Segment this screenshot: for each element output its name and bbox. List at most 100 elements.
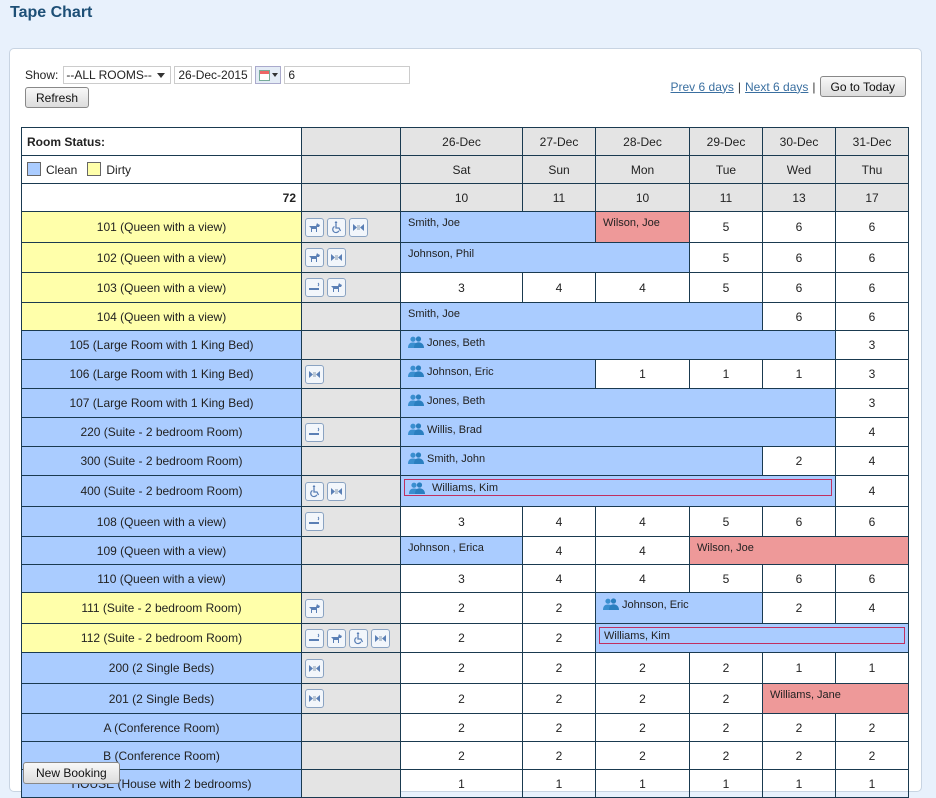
availability-cell[interactable]: 2 xyxy=(400,592,523,624)
availability-cell[interactable]: 5 xyxy=(689,506,763,537)
start-date-input[interactable]: 26-Dec-2015 xyxy=(174,66,253,84)
availability-cell[interactable]: 1 xyxy=(762,359,836,389)
availability-cell[interactable]: 1 xyxy=(595,359,690,389)
availability-cell[interactable]: 3 xyxy=(400,272,523,303)
availability-cell[interactable]: 2 xyxy=(835,741,909,770)
availability-cell[interactable]: 6 xyxy=(762,506,836,537)
availability-cell[interactable]: 2 xyxy=(400,683,523,714)
availability-cell[interactable]: 2 xyxy=(400,741,523,770)
availability-cell[interactable]: 2 xyxy=(689,683,763,714)
booking-block[interactable]: Johnson , Erica xyxy=(400,536,523,565)
availability-cell[interactable]: 6 xyxy=(762,302,836,331)
next-days-link[interactable]: Next 6 days xyxy=(745,80,808,94)
booking-block[interactable]: Williams, Jane xyxy=(762,683,909,714)
availability-cell[interactable]: 1 xyxy=(522,769,596,798)
availability-cell[interactable]: 1 xyxy=(835,652,909,684)
days-input[interactable]: 6 xyxy=(284,66,411,84)
refresh-button[interactable]: Refresh xyxy=(25,87,90,108)
availability-cell[interactable]: 3 xyxy=(835,359,909,389)
availability-cell[interactable]: 6 xyxy=(835,506,909,537)
room-name[interactable]: 201 (2 Single Beds) xyxy=(21,683,302,714)
room-name[interactable]: 112 (Suite - 2 bedroom Room) xyxy=(21,623,302,653)
availability-cell[interactable]: 5 xyxy=(689,211,763,243)
availability-cell[interactable]: 2 xyxy=(522,741,596,770)
booking-block[interactable]: Johnson, Eric xyxy=(595,592,763,624)
availability-cell[interactable]: 2 xyxy=(400,652,523,684)
booking-block[interactable]: Jones, Beth xyxy=(400,388,836,418)
availability-cell[interactable]: 1 xyxy=(835,769,909,798)
availability-cell[interactable]: 1 xyxy=(689,359,763,389)
availability-cell[interactable]: 1 xyxy=(762,769,836,798)
availability-cell[interactable]: 2 xyxy=(762,592,836,624)
room-name[interactable]: 300 (Suite - 2 bedroom Room) xyxy=(21,446,302,476)
booking-block[interactable]: Wilson, Joe xyxy=(689,536,909,565)
availability-cell[interactable]: 6 xyxy=(762,564,836,593)
availability-cell[interactable]: 2 xyxy=(522,683,596,714)
availability-cell[interactable]: 4 xyxy=(835,446,909,476)
prev-days-link[interactable]: Prev 6 days xyxy=(671,80,734,94)
room-name[interactable]: 109 (Queen with a view) xyxy=(21,536,302,565)
room-name[interactable]: 107 (Large Room with 1 King Bed) xyxy=(21,388,302,418)
availability-cell[interactable]: 1 xyxy=(689,769,763,798)
room-name[interactable]: 105 (Large Room with 1 King Bed) xyxy=(21,330,302,360)
availability-cell[interactable]: 5 xyxy=(689,272,763,303)
availability-cell[interactable]: 2 xyxy=(689,652,763,684)
availability-cell[interactable]: 2 xyxy=(522,652,596,684)
availability-cell[interactable]: 6 xyxy=(835,242,909,273)
room-name[interactable]: 110 (Queen with a view) xyxy=(21,564,302,593)
availability-cell[interactable]: 2 xyxy=(522,713,596,742)
booking-block[interactable]: Wilson, Joe xyxy=(595,211,690,243)
availability-cell[interactable]: 4 xyxy=(835,417,909,447)
availability-cell[interactable]: 4 xyxy=(522,536,596,565)
room-name[interactable]: 400 (Suite - 2 bedroom Room) xyxy=(21,475,302,507)
availability-cell[interactable]: 2 xyxy=(595,652,690,684)
availability-cell[interactable]: 1 xyxy=(762,652,836,684)
booking-block[interactable]: Smith, Joe xyxy=(400,211,596,243)
room-name[interactable]: A (Conference Room) xyxy=(21,713,302,742)
availability-cell[interactable]: 2 xyxy=(595,683,690,714)
booking-block[interactable]: Williams, Kim xyxy=(400,475,836,507)
room-name[interactable]: 103 (Queen with a view) xyxy=(21,272,302,303)
availability-cell[interactable]: 2 xyxy=(400,713,523,742)
availability-cell[interactable]: 4 xyxy=(835,592,909,624)
availability-cell[interactable]: 4 xyxy=(595,506,690,537)
booking-block[interactable]: Johnson, Phil xyxy=(400,242,690,273)
room-name[interactable]: 220 (Suite - 2 bedroom Room) xyxy=(21,417,302,447)
availability-cell[interactable]: 3 xyxy=(400,564,523,593)
go-to-today-button[interactable]: Go to Today xyxy=(819,76,906,97)
availability-cell[interactable]: 2 xyxy=(689,713,763,742)
room-name[interactable]: 108 (Queen with a view) xyxy=(21,506,302,537)
room-name[interactable]: 106 (Large Room with 1 King Bed) xyxy=(21,359,302,389)
booking-block[interactable]: Williams, Kim xyxy=(595,623,909,653)
calendar-button[interactable] xyxy=(255,66,282,84)
room-name[interactable]: 102 (Queen with a view) xyxy=(21,242,302,273)
booking-block[interactable]: Jones, Beth xyxy=(400,330,836,360)
availability-cell[interactable]: 6 xyxy=(835,564,909,593)
availability-cell[interactable]: 6 xyxy=(835,211,909,243)
availability-cell[interactable]: 6 xyxy=(762,272,836,303)
availability-cell[interactable]: 3 xyxy=(835,388,909,418)
availability-cell[interactable]: 2 xyxy=(762,446,836,476)
booking-block[interactable]: Smith, Joe xyxy=(400,302,763,331)
room-name[interactable]: 200 (2 Single Beds) xyxy=(21,652,302,684)
availability-cell[interactable]: 2 xyxy=(689,741,763,770)
availability-cell[interactable]: 4 xyxy=(595,536,690,565)
availability-cell[interactable]: 4 xyxy=(595,564,690,593)
availability-cell[interactable]: 2 xyxy=(762,741,836,770)
room-name[interactable]: 104 (Queen with a view) xyxy=(21,302,302,331)
availability-cell[interactable]: 6 xyxy=(835,302,909,331)
booking-block[interactable]: Smith, John xyxy=(400,446,763,476)
availability-cell[interactable]: 4 xyxy=(522,506,596,537)
room-name[interactable]: 111 (Suite - 2 bedroom Room) xyxy=(21,592,302,624)
availability-cell[interactable]: 4 xyxy=(835,475,909,507)
availability-cell[interactable]: 3 xyxy=(400,506,523,537)
availability-cell[interactable]: 1 xyxy=(595,769,690,798)
availability-cell[interactable]: 6 xyxy=(762,242,836,273)
availability-cell[interactable]: 3 xyxy=(835,330,909,360)
availability-cell[interactable]: 2 xyxy=(400,623,523,653)
availability-cell[interactable]: 4 xyxy=(522,272,596,303)
availability-cell[interactable]: 6 xyxy=(835,272,909,303)
availability-cell[interactable]: 2 xyxy=(595,741,690,770)
availability-cell[interactable]: 5 xyxy=(689,564,763,593)
availability-cell[interactable]: 6 xyxy=(762,211,836,243)
